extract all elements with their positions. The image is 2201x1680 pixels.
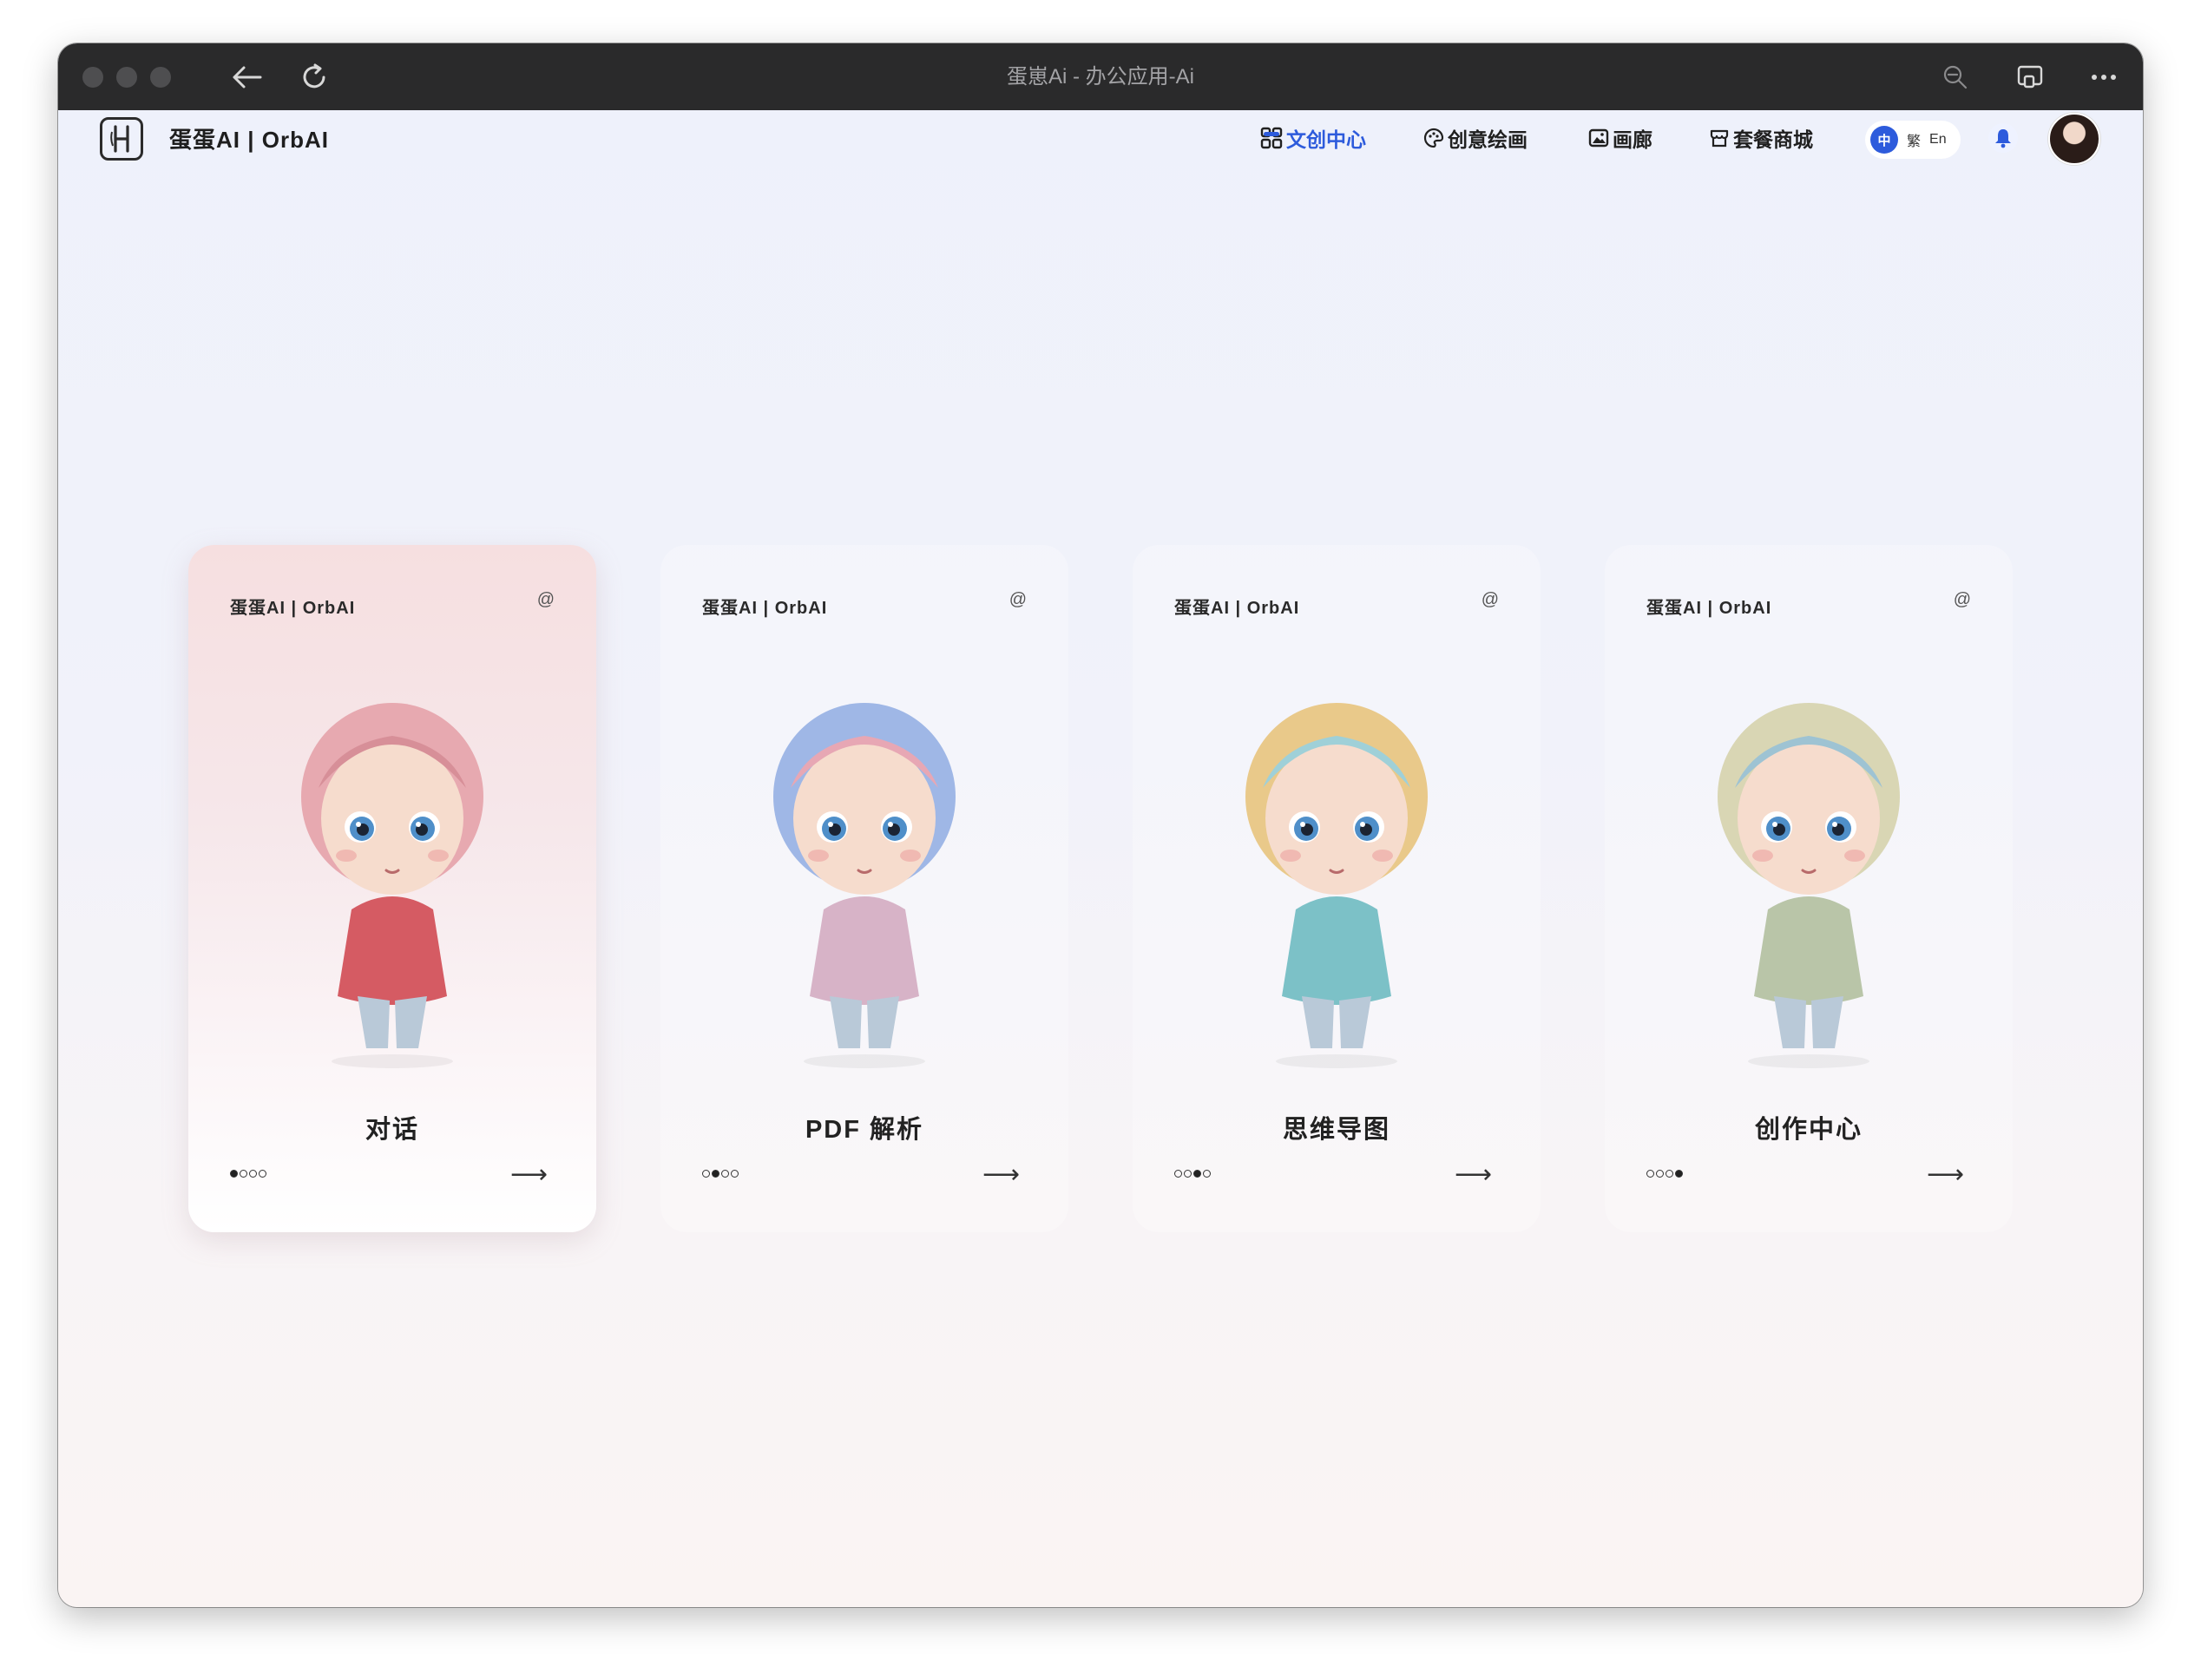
bell-icon: [1995, 129, 2011, 148]
zoom-out-icon: [1943, 65, 1968, 89]
arrow-right-icon[interactable]: ⟶: [1455, 1159, 1492, 1190]
palette-icon: [1423, 128, 1444, 148]
pagination-dot: [1656, 1170, 1664, 1178]
card-title: 对话: [365, 1116, 419, 1144]
pagination-dot: [1203, 1170, 1211, 1178]
card-brand: 蛋蛋AI | OrbAI: [1646, 599, 1772, 618]
pagination-dot: [1675, 1170, 1683, 1178]
pagination-dot: [1666, 1170, 1673, 1178]
app-header: 蛋蛋AI | OrbAI 文创中心 创意绘画 画廊 套餐商城: [58, 110, 2143, 180]
pagination-dot: [259, 1170, 266, 1178]
nav-label: 套餐商城: [1733, 128, 1813, 151]
pagination-dot: [1174, 1170, 1182, 1178]
arrow-right-icon[interactable]: ⟶: [982, 1159, 1020, 1190]
user-avatar[interactable]: [2048, 113, 2100, 165]
more-icon: [2092, 75, 2116, 80]
pagination-dot: [1184, 1170, 1192, 1178]
nav-item-creative-center[interactable]: 文创中心: [1260, 121, 1366, 155]
character-illustration: [1718, 703, 1900, 1068]
store-icon: [1710, 129, 1729, 148]
cast-icon: [2017, 65, 2043, 89]
nav-label: 创意绘画: [1448, 128, 1528, 151]
card-title: PDF 解析: [805, 1116, 924, 1144]
pagination-dot: [1193, 1170, 1201, 1178]
feature-card[interactable]: 蛋蛋AI | OrbAI @ 对话 ⟶: [188, 545, 596, 1232]
card-title: 思维导图: [1282, 1116, 1390, 1144]
nav-label: 文创中心: [1286, 128, 1366, 151]
card-pagination-dots: [702, 1170, 739, 1178]
pagination-dot: [721, 1170, 729, 1178]
arrow-right-icon[interactable]: ⟶: [510, 1159, 548, 1190]
pagination-dot: [249, 1170, 257, 1178]
arrow-right-icon[interactable]: ⟶: [1927, 1159, 1964, 1190]
logo-icon: [110, 125, 129, 153]
lang-en-option[interactable]: En: [1929, 132, 1947, 148]
card-at-symbol: @: [1009, 590, 1027, 609]
card-pagination-dots: [1174, 1170, 1211, 1178]
card-title: 创作中心: [1754, 1116, 1863, 1144]
card-pagination-dots: [1646, 1170, 1683, 1178]
pagination-dot: [1646, 1170, 1654, 1178]
gallery-icon: [1588, 128, 1609, 148]
grid-icon: [1260, 127, 1283, 149]
zoom-out-button[interactable]: [1936, 58, 1974, 96]
card-pagination-dots: [230, 1170, 266, 1178]
pagination-dot: [712, 1170, 719, 1178]
feature-card[interactable]: 蛋蛋AI | OrbAI @ 思维导图 ⟶: [1133, 545, 1541, 1232]
more-button[interactable]: [2085, 58, 2123, 96]
character-illustration: [773, 703, 956, 1068]
cast-button[interactable]: [2011, 58, 2049, 96]
title-bar: 蛋崽Ai - 办公应用-Ai: [58, 43, 2143, 110]
card-brand: 蛋蛋AI | OrbAI: [230, 599, 356, 618]
active-nav-indicator: [1264, 132, 1279, 136]
card-brand: 蛋蛋AI | OrbAI: [1174, 599, 1300, 618]
nav-label: 画廊: [1613, 128, 1652, 151]
character-illustration: [1245, 703, 1428, 1068]
window-title: 蛋崽Ai - 办公应用-Ai: [1007, 65, 1194, 89]
lang-tw-option[interactable]: 繁: [1907, 129, 1921, 150]
feature-card[interactable]: 蛋蛋AI | OrbAI @ PDF 解析 ⟶: [660, 545, 1068, 1232]
card-at-symbol: @: [1481, 590, 1499, 609]
character-illustration: [301, 703, 483, 1068]
pagination-dot: [230, 1170, 238, 1178]
pagination-dot: [731, 1170, 739, 1178]
nav-item-creative-drawing[interactable]: 创意绘画: [1423, 121, 1528, 155]
card-brand: 蛋蛋AI | OrbAI: [702, 599, 828, 618]
notification-button[interactable]: [1988, 123, 2018, 153]
language-switcher[interactable]: 中 繁 En: [1865, 121, 1961, 159]
browser-window: 蛋崽Ai - 办公应用-Ai 蛋蛋AI | OrbAI 文创中心 创意绘画 画廊…: [58, 43, 2143, 1607]
nav-item-gallery[interactable]: 画廊: [1588, 121, 1652, 155]
brand-name: 蛋蛋AI | OrbAI: [169, 127, 329, 153]
card-at-symbol: @: [1953, 590, 1971, 609]
lang-zh-option[interactable]: 中: [1870, 126, 1898, 154]
pagination-dot: [702, 1170, 710, 1178]
feature-card[interactable]: 蛋蛋AI | OrbAI @ 创作中心 ⟶: [1605, 545, 2013, 1232]
card-at-symbol: @: [536, 590, 555, 609]
pagination-dot: [240, 1170, 247, 1178]
nav-item-store[interactable]: 套餐商城: [1709, 121, 1813, 155]
logo[interactable]: [100, 117, 143, 161]
